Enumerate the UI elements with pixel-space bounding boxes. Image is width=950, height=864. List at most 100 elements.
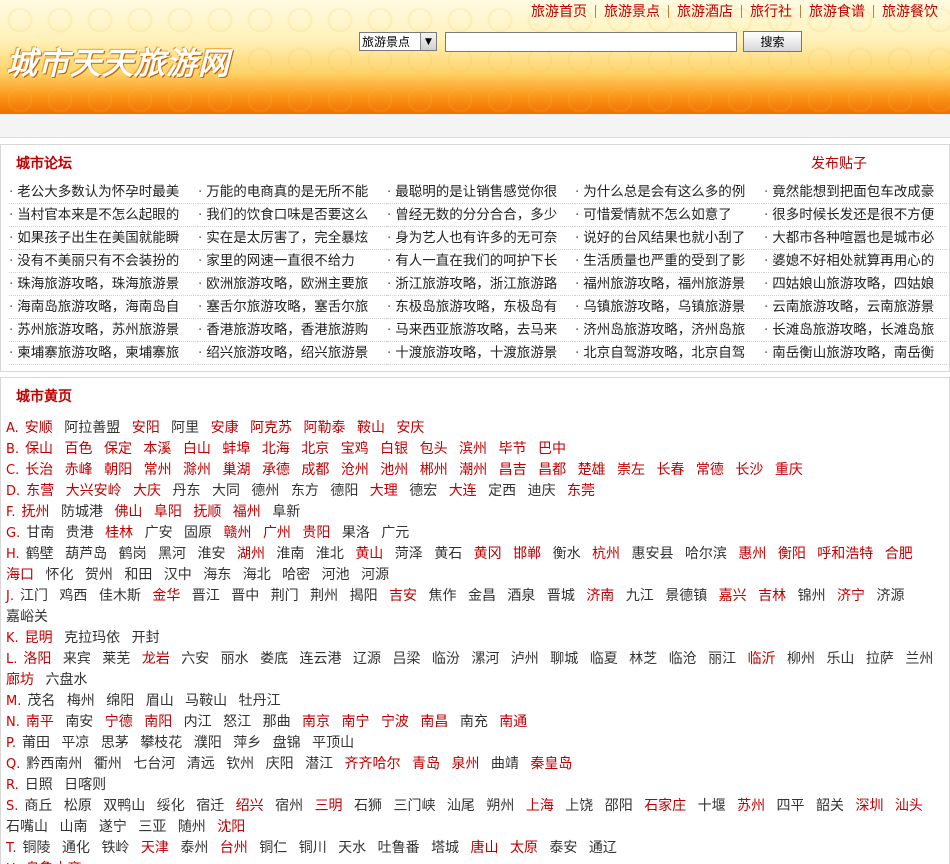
city-link[interactable]: 齐齐哈尔: [345, 756, 401, 772]
city-link[interactable]: 哈密: [282, 567, 310, 583]
nav-agencies[interactable]: 旅行社: [742, 1, 800, 21]
forum-post-item[interactable]: · 珠海旅游攻略，珠海旅游景: [9, 273, 198, 296]
city-link[interactable]: 韶关: [816, 798, 844, 814]
city-link[interactable]: 蚌埠: [222, 441, 250, 457]
city-link[interactable]: 淮安: [198, 546, 226, 562]
city-link[interactable]: 衢州: [94, 756, 122, 772]
city-link[interactable]: 焦作: [429, 588, 457, 604]
city-link[interactable]: 攀枝花: [140, 735, 182, 751]
city-link[interactable]: 保山: [25, 441, 53, 457]
city-link[interactable]: 成都: [301, 462, 329, 478]
city-link[interactable]: 潜江: [305, 756, 333, 772]
city-link[interactable]: 大同: [212, 483, 240, 499]
city-link[interactable]: 常州: [144, 462, 172, 478]
city-link[interactable]: 商丘: [24, 798, 52, 814]
forum-post-link[interactable]: 海南岛旅游攻略，海南岛自: [17, 299, 179, 315]
forum-post-link[interactable]: 没有不美丽只有不会装扮的: [17, 253, 179, 269]
city-link[interactable]: 北海: [262, 441, 290, 457]
city-link[interactable]: 南阳: [144, 714, 172, 730]
city-link[interactable]: 邯郸: [513, 546, 541, 562]
city-link[interactable]: 晋中: [231, 588, 259, 604]
city-link[interactable]: 贵阳: [302, 525, 330, 541]
forum-post-item[interactable]: · 柬埔寨旅游攻略，柬埔寨旅: [9, 342, 198, 365]
forum-post-item[interactable]: · 马来西亚旅游攻略，去马来: [387, 319, 575, 342]
city-link[interactable]: 抚顺: [193, 504, 221, 520]
city-link[interactable]: 内江: [184, 714, 212, 730]
city-link[interactable]: 池州: [380, 462, 408, 478]
forum-post-item[interactable]: · 当村官本来是不怎么起眼的: [9, 204, 198, 227]
city-link[interactable]: 龙岩: [142, 651, 170, 667]
city-link[interactable]: 济源: [876, 588, 904, 604]
city-link[interactable]: 铜陵: [23, 840, 51, 856]
city-link[interactable]: 十堰: [698, 798, 726, 814]
search-category-select[interactable]: 旅游景点 ▼: [359, 32, 437, 51]
city-link[interactable]: 朝阳: [104, 462, 132, 478]
city-link[interactable]: 白山: [183, 441, 211, 457]
city-link[interactable]: 临沧: [669, 651, 697, 667]
city-link[interactable]: 沧州: [341, 462, 369, 478]
city-link[interactable]: 嘉峪关: [6, 609, 48, 625]
city-link[interactable]: 三亚: [138, 819, 166, 835]
city-link[interactable]: 石家庄: [644, 798, 686, 814]
city-link[interactable]: 安庆: [396, 420, 424, 436]
city-link[interactable]: 南平: [26, 714, 54, 730]
city-link[interactable]: 萍乡: [233, 735, 261, 751]
search-button[interactable]: 搜索: [743, 31, 802, 52]
city-link[interactable]: 梅州: [67, 693, 95, 709]
city-link[interactable]: 阿勒泰: [304, 420, 346, 436]
forum-post-item[interactable]: · 塞舌尔旅游攻略，塞舌尔旅: [198, 296, 387, 319]
city-link[interactable]: 河池: [322, 567, 350, 583]
city-link[interactable]: 庆阳: [266, 756, 294, 772]
forum-post-link[interactable]: 香港旅游攻略，香港旅游购: [206, 322, 368, 338]
forum-post-link[interactable]: 云南旅游攻略，云南旅游景: [772, 299, 934, 315]
city-link[interactable]: 呼和浩特: [817, 546, 873, 562]
city-link[interactable]: 南宁: [341, 714, 369, 730]
forum-post-link[interactable]: 十渡旅游攻略，十渡旅游景: [395, 345, 557, 361]
chevron-down-icon[interactable]: ▼: [420, 33, 436, 50]
forum-post-link[interactable]: 可惜爱情就不怎么如意了: [583, 207, 732, 223]
city-link[interactable]: 黑河: [158, 546, 186, 562]
forum-post-item[interactable]: · 济州岛旅游攻略，济州岛旅: [575, 319, 764, 342]
city-link[interactable]: 揭阳: [350, 588, 378, 604]
city-link[interactable]: 酒泉: [507, 588, 535, 604]
city-link[interactable]: 七台河: [133, 756, 175, 772]
city-link[interactable]: 长沙: [735, 462, 763, 478]
city-link[interactable]: 洛阳: [23, 651, 51, 667]
city-link[interactable]: 通化: [62, 840, 90, 856]
city-link[interactable]: 安阳: [132, 420, 160, 436]
city-link[interactable]: 重庆: [775, 462, 803, 478]
city-link[interactable]: 东营: [26, 483, 54, 499]
city-link[interactable]: 北京: [301, 441, 329, 457]
city-link[interactable]: 杭州: [592, 546, 620, 562]
city-link[interactable]: 宝鸡: [341, 441, 369, 457]
city-link[interactable]: 山南: [59, 819, 87, 835]
forum-post-item[interactable]: · 东极岛旅游攻略，东极岛有: [387, 296, 575, 319]
city-link[interactable]: 本溪: [143, 441, 171, 457]
city-link[interactable]: 曲靖: [491, 756, 519, 772]
city-link[interactable]: 茂名: [27, 693, 55, 709]
forum-post-item[interactable]: · 老公大多数认为怀孕时最美: [9, 181, 198, 204]
forum-post-link[interactable]: 乌镇旅游攻略，乌镇旅游景: [583, 299, 745, 315]
city-link[interactable]: 巴中: [538, 441, 566, 457]
forum-post-link[interactable]: 实在是太厉害了，完全暴炫: [206, 230, 368, 246]
city-link[interactable]: 荆州: [310, 588, 338, 604]
forum-post-item[interactable]: · 身为艺人也有许多的无可奈: [387, 227, 575, 250]
forum-post-item[interactable]: · 很多时候长发还是很不方便: [764, 204, 947, 227]
site-logo[interactable]: 城市天天旅游网: [6, 38, 230, 83]
search-input[interactable]: [445, 32, 737, 52]
city-link[interactable]: 娄底: [260, 651, 288, 667]
city-link[interactable]: 泸州: [511, 651, 539, 667]
city-link[interactable]: 通辽: [589, 840, 617, 856]
forum-post-item[interactable]: · 北京自驾游攻略，北京自驾: [575, 342, 764, 365]
city-link[interactable]: 海北: [243, 567, 271, 583]
forum-post-link[interactable]: 当村官本来是不怎么起眼的: [17, 207, 179, 223]
city-link[interactable]: 朔州: [486, 798, 514, 814]
city-link[interactable]: 安顺: [25, 420, 53, 436]
forum-post-link[interactable]: 绍兴旅游攻略，绍兴旅游景: [206, 345, 368, 361]
city-link[interactable]: 淮北: [316, 546, 344, 562]
nav-attractions[interactable]: 旅游景点: [596, 1, 668, 21]
city-link[interactable]: 开封: [132, 630, 160, 646]
city-link[interactable]: 东莞: [567, 483, 595, 499]
forum-post-item[interactable]: · 浙江旅游攻略，浙江旅游路: [387, 273, 575, 296]
forum-post-link[interactable]: 珠海旅游攻略，珠海旅游景: [17, 276, 179, 292]
